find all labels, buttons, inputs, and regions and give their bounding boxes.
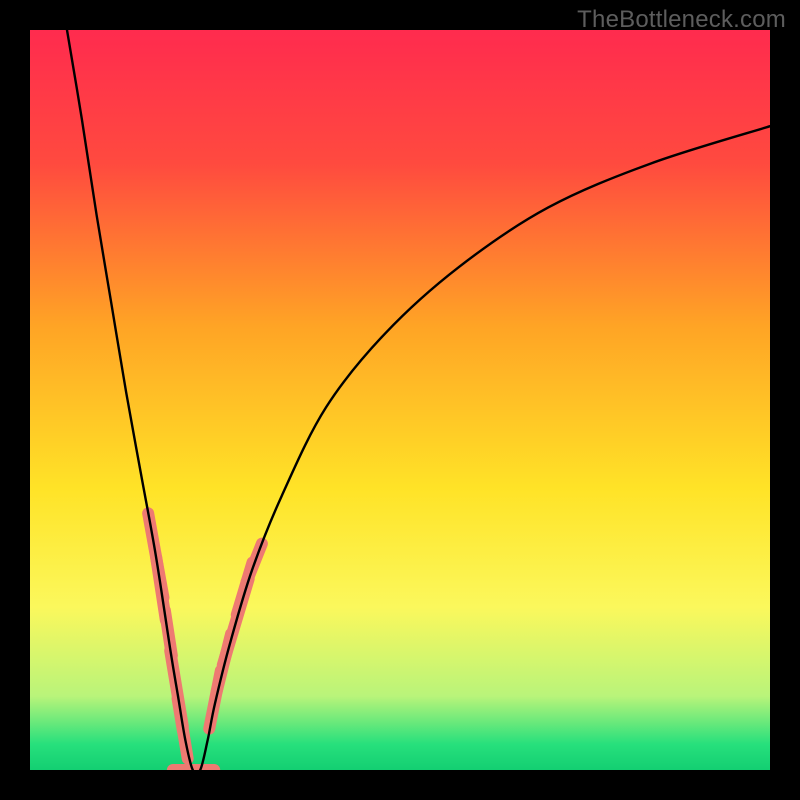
bottleneck-chart [30,30,770,770]
watermark-text: TheBottleneck.com [577,6,786,34]
chart-frame: TheBottleneck.com [0,0,800,800]
gradient-background [30,30,770,770]
plot-area [30,30,770,770]
